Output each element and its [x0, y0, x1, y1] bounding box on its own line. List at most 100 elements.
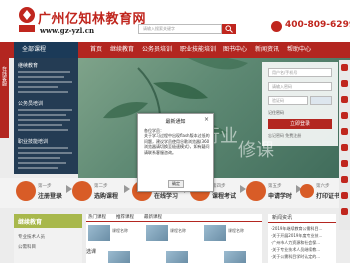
login-panel: 用户名/手机号 请输入密码 验证码 记住密码 立即登录 忘记密码 免费注册 — [262, 62, 338, 146]
step-label[interactable]: 在线学习 — [154, 191, 178, 200]
sidebar-link-line — [18, 114, 66, 116]
float-service-label: 在线客服 — [1, 66, 7, 86]
dialog-title: 最新通知 — [165, 119, 186, 125]
course-showcase: 热门课程 推荐课程 最新课程 课程名称 课程名称 课程名称 选课 — [86, 214, 262, 263]
course-tabs: 热门课程 推荐课程 最新课程 — [86, 214, 262, 222]
main-nav: 全部课程 首页 继续教育 公务员培训 职业技能培训 图书中心 新闻资讯 帮助中心 — [0, 42, 350, 58]
course-title[interactable]: 课程名称 — [170, 228, 186, 234]
logo-icon — [19, 7, 35, 32]
close-icon[interactable]: × — [204, 116, 209, 123]
back-to-top-icon[interactable] — [341, 208, 348, 215]
course-thumbnail[interactable] — [146, 225, 168, 241]
tab-recommended[interactable]: 推荐课程 — [116, 214, 134, 220]
course-thumbnail[interactable] — [166, 251, 188, 263]
course-select-label: 选课 — [86, 249, 97, 255]
tab-hot[interactable]: 热门课程 — [88, 214, 106, 220]
course-thumbnail[interactable] — [224, 251, 246, 263]
captcha-field[interactable]: 验证码 — [268, 96, 308, 105]
sidebar-link-line — [18, 81, 72, 83]
news-item[interactable]: ·2019年继续教育公需科目... — [271, 226, 335, 232]
section-link[interactable]: 公需科目 — [18, 244, 36, 250]
sidebar-link-line — [18, 109, 72, 111]
search-input[interactable]: 请输入搜索关键字 — [138, 24, 222, 34]
step-number: 第一步 — [38, 184, 52, 189]
nav-item-help[interactable]: 帮助中心 — [285, 42, 313, 58]
step-number: 第六步 — [316, 184, 330, 189]
step-icon-select — [72, 181, 92, 201]
password-field[interactable]: 请输入密码 — [268, 82, 332, 91]
sidebar-link-line — [18, 162, 66, 164]
news-item[interactable]: ·关于开展2019年度专业技... — [271, 233, 335, 239]
step-label[interactable]: 选购课程 — [94, 191, 118, 200]
nav-item-civil-service[interactable]: 公务员培训 — [140, 42, 174, 58]
nav-item-vocational[interactable]: 职业技能培训 — [178, 42, 218, 58]
feedback-icon[interactable] — [341, 144, 348, 151]
cart-icon[interactable] — [341, 176, 348, 183]
login-links[interactable]: 忘记密码 免费注册 — [268, 133, 301, 139]
step-icon-register — [16, 181, 36, 201]
nav-all-courses[interactable]: 全部课程 — [14, 42, 78, 58]
sidebar-link-line — [18, 91, 68, 93]
user-icon[interactable] — [341, 160, 348, 167]
tab-latest[interactable]: 最新课程 — [144, 214, 162, 220]
nav-item-continuing-edu[interactable]: 继续教育 — [108, 42, 136, 58]
qq-icon[interactable] — [341, 80, 348, 87]
remember-checkbox[interactable]: 记住密码 — [268, 110, 284, 116]
search-button[interactable] — [222, 24, 236, 34]
step-icon-certificate — [300, 184, 314, 198]
step-label[interactable]: 申请学时 — [268, 191, 292, 200]
sidebar-link-line — [18, 167, 58, 169]
wechat-icon[interactable] — [341, 96, 348, 103]
step-label[interactable]: 课程考试 — [212, 191, 236, 200]
course-thumbnail[interactable] — [204, 225, 226, 241]
download-icon[interactable] — [341, 192, 348, 199]
sidebar-section-title: 继续教育 — [18, 63, 39, 69]
section-link[interactable]: 专业技术人员 — [18, 234, 45, 240]
section-header: 继续教育 — [14, 214, 82, 228]
sidebar-link-line — [18, 86, 58, 88]
course-thumbnail[interactable] — [88, 225, 110, 241]
username-field[interactable]: 用户名/手机号 — [268, 68, 332, 77]
sidebar-link-line — [18, 147, 68, 149]
nav-item-home[interactable]: 首页 — [86, 42, 106, 58]
captcha-image[interactable] — [310, 96, 332, 105]
news-item[interactable]: ·广州市人力资源和社会保... — [271, 240, 335, 246]
service-icon[interactable] — [341, 64, 348, 71]
dialog-ok-button[interactable]: 确定 — [168, 180, 184, 188]
float-service-tab[interactable]: 在线客服 — [0, 58, 9, 138]
site-brand-title[interactable]: 广州亿知林教育网 — [38, 8, 146, 27]
site-url: www.gz-yzl.cn — [40, 26, 95, 35]
sidebar-section-title: 公务员培训 — [18, 101, 44, 107]
course-category-sidebar: 继续教育 公务员培训 职业技能培训 — [14, 58, 78, 174]
step-arrow-icon — [124, 185, 130, 193]
course-thumbnail[interactable] — [108, 251, 130, 263]
step-icon-credits — [246, 181, 266, 201]
news-title[interactable]: 新闻资讯 — [268, 214, 336, 223]
course-title[interactable]: 课程名称 — [228, 228, 244, 234]
phone-icon — [271, 21, 282, 32]
course-title[interactable]: 课程名称 — [112, 228, 128, 234]
phone-icon[interactable] — [341, 112, 348, 119]
nav-item-news[interactable]: 新闻资讯 — [253, 42, 281, 58]
step-number: 第五步 — [268, 184, 282, 189]
continuing-edu-section: 继续教育 专业技术人员 公需科目 — [14, 214, 82, 263]
step-number: 第二步 — [94, 184, 108, 189]
dialog-body: 各位学员： 关于学习过程中出现flash版本过低的问题，建议学员使用谷歌浏览器(… — [144, 128, 210, 155]
sidebar-link-line — [18, 76, 64, 78]
section-title[interactable]: 继续教育 — [18, 217, 42, 226]
sidebar-link-line — [18, 71, 70, 73]
right-float-toolbar — [339, 60, 350, 230]
news-panel: 新闻资讯 ·2019年继续教育公需科目... ·关于开展2019年度专业技...… — [268, 214, 336, 263]
news-item[interactable]: ·关于公需科目学时认定的... — [271, 254, 335, 260]
step-label[interactable]: 打印证书 — [316, 191, 340, 200]
sidebar-link-line — [18, 157, 60, 159]
sidebar-link-line — [18, 129, 68, 131]
nav-item-books[interactable]: 图书中心 — [221, 42, 249, 58]
step-label[interactable]: 注册登录 — [38, 191, 62, 200]
site-header: 广州亿知林教育网 www.gz-yzl.cn 请输入搜索关键字 400-809-… — [0, 0, 350, 42]
help-icon[interactable] — [341, 128, 348, 135]
notice-dialog: 最新通知 × 各位学员： 关于学习过程中出现flash版本过低的问题，建议学员使… — [137, 113, 214, 192]
sidebar-section-title: 职业技能培训 — [18, 139, 49, 145]
login-button[interactable]: 立即登录 — [268, 119, 332, 129]
news-item[interactable]: ·关于专业技术人员继续教... — [271, 247, 335, 253]
